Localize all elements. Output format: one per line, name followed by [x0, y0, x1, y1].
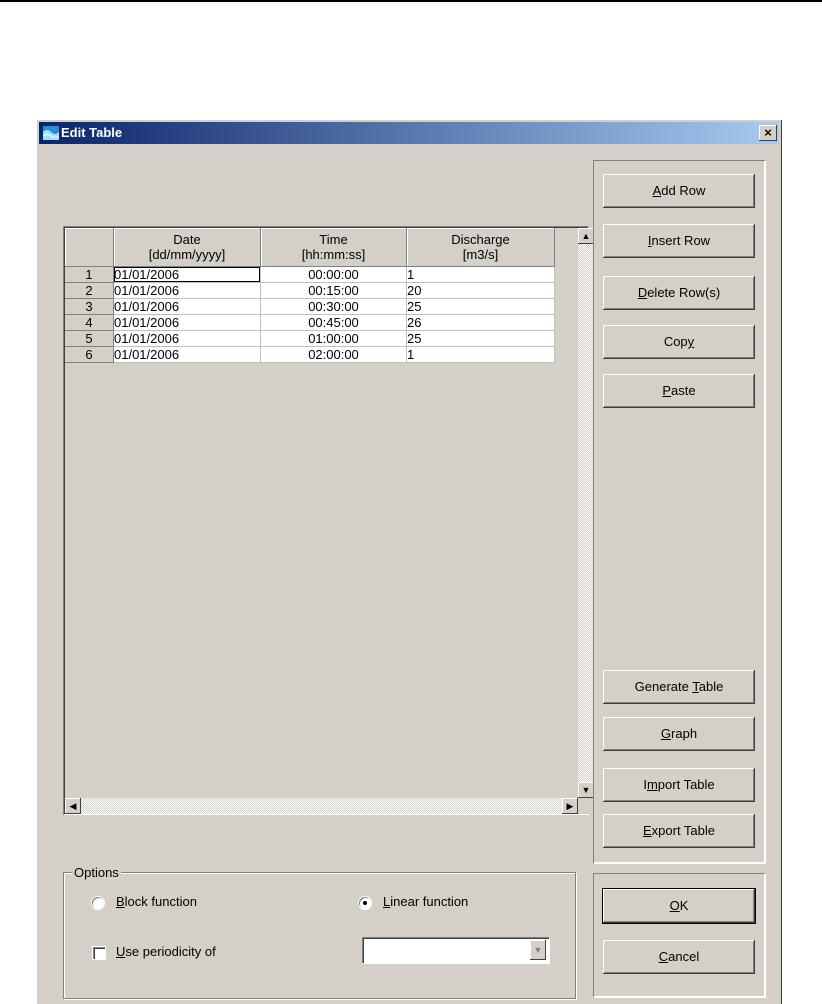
- date-cell[interactable]: 01/01/2006: [113, 266, 261, 283]
- triangle-right-icon: ▶: [566, 801, 574, 811]
- scroll-up-button[interactable]: ▲: [578, 228, 594, 244]
- column-header-time[interactable]: Time [hh:mm:ss]: [260, 228, 407, 267]
- triangle-down-icon: ▼: [581, 785, 591, 795]
- discharge-cell[interactable]: 26: [406, 314, 555, 331]
- date-cell[interactable]: 01/01/2006: [113, 314, 261, 331]
- add-row-button[interactable]: Add Row: [603, 174, 755, 208]
- linear-function-radio[interactable]: [359, 897, 371, 909]
- insert-row-button[interactable]: Insert Row: [603, 224, 755, 258]
- date-cell[interactable]: 01/01/2006: [113, 330, 261, 347]
- edit-table-dialog: Edit Table × Date [dd/mm/yyyy] Time [hh:mm…: [36, 119, 782, 1004]
- title-bar[interactable]: Edit Table ×: [39, 122, 779, 144]
- data-grid[interactable]: Date [dd/mm/yyyy] Time [hh:mm:ss] Discharg…: [63, 226, 594, 815]
- use-periodicity-label[interactable]: Use periodicity of: [116, 944, 216, 959]
- time-cell[interactable]: 00:00:00: [260, 266, 407, 283]
- block-function-radio[interactable]: [92, 897, 104, 909]
- table-row: 1 01/01/2006 00:00:00 1: [65, 266, 555, 283]
- discharge-table: Date [dd/mm/yyyy] Time [hh:mm:ss] Discharg…: [65, 228, 555, 363]
- horizontal-scrollbar[interactable]: ◀ ▶: [65, 798, 578, 814]
- time-cell[interactable]: 00:45:00: [260, 314, 407, 331]
- import-table-button[interactable]: Import Table: [603, 768, 755, 802]
- paste-button[interactable]: Paste: [603, 374, 755, 408]
- date-cell[interactable]: 01/01/2006: [113, 282, 261, 299]
- periodicity-combo[interactable]: ▼: [362, 937, 549, 963]
- export-table-button[interactable]: Export Table: [603, 814, 755, 848]
- close-button[interactable]: ×: [759, 125, 777, 141]
- scroll-down-button[interactable]: ▼: [578, 782, 594, 798]
- row-number[interactable]: 5: [65, 330, 114, 347]
- dialog-title: Edit Table: [61, 125, 123, 140]
- table-row: 3 01/01/2006 00:30:00 25: [65, 298, 555, 315]
- scroll-right-button[interactable]: ▶: [562, 798, 578, 814]
- time-cell[interactable]: 00:30:00: [260, 298, 407, 315]
- ok-button[interactable]: OK: [603, 889, 755, 923]
- column-header-discharge[interactable]: Discharge [m3/s]: [406, 228, 555, 267]
- use-periodicity-checkbox[interactable]: [93, 947, 105, 959]
- delete-rows-button[interactable]: Delete Row(s): [603, 276, 755, 310]
- table-row: 6 01/01/2006 02:00:00 1: [65, 346, 555, 363]
- discharge-cell[interactable]: 25: [406, 330, 555, 347]
- column-header-date[interactable]: Date [dd/mm/yyyy]: [113, 228, 261, 267]
- table-row: 2 01/01/2006 00:15:00 20: [65, 282, 555, 299]
- scrollbar-corner: [578, 798, 594, 814]
- copy-button[interactable]: Copy: [603, 325, 755, 359]
- discharge-cell[interactable]: 25: [406, 298, 555, 315]
- time-cell[interactable]: 02:00:00: [260, 346, 407, 363]
- row-number[interactable]: 3: [65, 298, 114, 315]
- discharge-cell[interactable]: 20: [406, 282, 555, 299]
- generate-table-button[interactable]: Generate Table: [603, 670, 755, 704]
- vertical-scrollbar[interactable]: ▲ ▼: [578, 228, 594, 798]
- table-row: 4 01/01/2006 00:45:00 26: [65, 314, 555, 331]
- date-cell[interactable]: 01/01/2006: [113, 346, 261, 363]
- chevron-down-icon[interactable]: ▼: [530, 940, 546, 960]
- cancel-button[interactable]: Cancel: [603, 940, 755, 974]
- date-cell[interactable]: 01/01/2006: [113, 298, 261, 315]
- close-icon: ×: [764, 125, 772, 140]
- table-actions-panel: [593, 160, 765, 863]
- row-number[interactable]: 6: [65, 346, 114, 363]
- row-number[interactable]: 4: [65, 314, 114, 331]
- table-row: 5 01/01/2006 01:00:00 25: [65, 330, 555, 347]
- row-number[interactable]: 1: [65, 266, 114, 283]
- options-legend: Options: [72, 865, 121, 880]
- discharge-cell[interactable]: 1: [406, 346, 555, 363]
- top-rule: [0, 0, 822, 2]
- water-icon: [43, 126, 59, 140]
- time-cell[interactable]: 01:00:00: [260, 330, 407, 347]
- triangle-left-icon: ◀: [69, 801, 77, 811]
- linear-function-label[interactable]: Linear function: [383, 894, 468, 909]
- row-number[interactable]: 2: [65, 282, 114, 299]
- discharge-cell[interactable]: 1: [406, 266, 555, 283]
- options-group: Options Block function Linear function U…: [63, 865, 576, 999]
- graph-button[interactable]: Graph: [603, 717, 755, 751]
- triangle-up-icon: ▲: [581, 231, 591, 241]
- scroll-left-button[interactable]: ◀: [65, 798, 81, 814]
- time-cell[interactable]: 00:15:00: [260, 282, 407, 299]
- block-function-label[interactable]: Block function: [116, 894, 197, 909]
- row-number-header: [65, 228, 114, 267]
- radio-dot-icon: [363, 901, 367, 905]
